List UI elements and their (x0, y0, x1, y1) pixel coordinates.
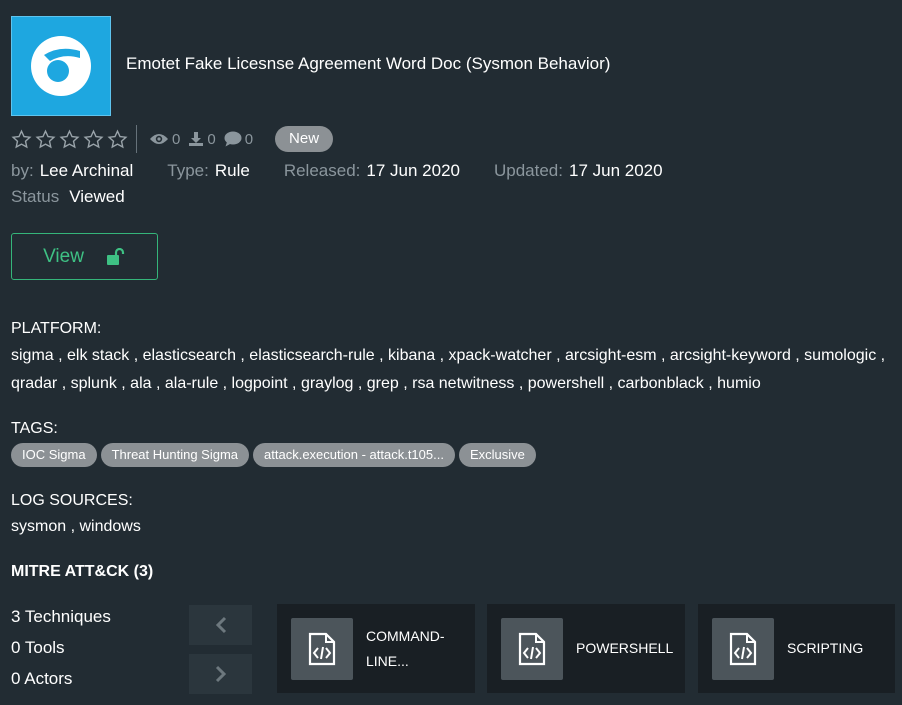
card-icon-box (712, 617, 774, 680)
sigma-logo-icon (31, 36, 91, 96)
downloads-count: 0 (207, 130, 216, 148)
tag[interactable]: attack.execution - attack.t105... (253, 443, 455, 467)
tag[interactable]: Threat Hunting Sigma (100, 443, 250, 467)
star-icon[interactable] (83, 129, 104, 150)
type-value: Rule (214, 161, 250, 180)
log-sources-list: sysmon , windows (11, 518, 141, 535)
carousel-next-button[interactable] (189, 654, 252, 694)
eye-icon (150, 134, 168, 144)
chevron-left-icon (215, 616, 226, 634)
platform-line: sigma , elk stack , elasticsearch , elas… (11, 347, 886, 364)
tag[interactable]: Exclusive (458, 443, 536, 467)
log-sources-heading: LOG SOURCES: (11, 492, 133, 509)
techniques-count[interactable]: 3 Techniques (11, 607, 111, 627)
views-stat: 0 (149, 131, 180, 148)
card-icon-box (291, 617, 353, 680)
tools-count[interactable]: 0 Tools (11, 638, 65, 658)
comments-count: 0 (244, 130, 254, 148)
rule-logo (11, 16, 111, 116)
unlock-icon (106, 247, 125, 265)
tag[interactable]: IOC Sigma (11, 443, 97, 467)
card-label-line: COMMAND- (366, 627, 445, 644)
carousel-prev-button[interactable] (189, 605, 252, 645)
status-value: Viewed (69, 187, 125, 206)
status-label: Status (11, 187, 60, 206)
rating-row: 0 0 0 New (11, 125, 334, 153)
view-button[interactable]: View (11, 233, 158, 280)
view-button-label: View (43, 245, 84, 267)
card-label-line: SCRIPTING (787, 640, 864, 656)
code-file-icon (729, 632, 757, 665)
technique-card[interactable]: POWERSHELL (487, 604, 685, 693)
status-row: Status Viewed (11, 187, 125, 207)
mitre-heading: MITRE ATT&CK (3) (11, 563, 154, 580)
status-badge: New (275, 126, 334, 152)
card-icon-box (501, 617, 563, 680)
platform-list: sigma , elk stack , elasticsearch , elas… (11, 342, 885, 398)
actors-count[interactable]: 0 Actors (11, 669, 72, 689)
meta-row: by: Lee Archinal Type: Rule Released: 17… (11, 161, 663, 181)
type-label: Type: (167, 161, 209, 180)
technique-card[interactable]: SCRIPTING (698, 604, 895, 693)
tag-list: IOC Sigma Threat Hunting Sigma attack.ex… (11, 443, 536, 467)
star-icon[interactable] (107, 129, 128, 150)
updated-label: Updated: (493, 161, 563, 180)
card-label-line: LINE... (366, 652, 409, 669)
star-icon[interactable] (11, 129, 32, 150)
comment-icon (224, 131, 242, 147)
card-label: COMMAND- LINE... (366, 624, 445, 674)
comments-stat: 0 (224, 131, 253, 148)
released-label: Released: (283, 161, 361, 180)
chevron-right-icon (215, 665, 226, 683)
divider (136, 125, 137, 153)
updated-value: 17 Jun 2020 (568, 161, 663, 180)
code-file-icon (518, 632, 546, 665)
star-icon[interactable] (59, 129, 80, 150)
platform-heading: PLATFORM: (11, 320, 102, 337)
card-label: SCRIPTING (787, 636, 863, 661)
tags-heading: TAGS: (11, 420, 58, 437)
platform-line: qradar , splunk , ala , ala-rule , logpo… (11, 375, 761, 392)
card-label: POWERSHELL (576, 636, 673, 661)
author-label: by: (11, 161, 34, 180)
downloads-stat: 0 (188, 130, 216, 148)
download-icon (189, 132, 204, 146)
author-value[interactable]: Lee Archinal (40, 161, 134, 181)
card-label-line: POWERSHELL (576, 640, 674, 656)
technique-card[interactable]: COMMAND- LINE... (277, 604, 475, 693)
star-rating[interactable] (11, 129, 128, 150)
code-file-icon (308, 632, 336, 665)
page-title: Emotet Fake Licesnse Agreement Word Doc … (126, 54, 611, 73)
released-value: 17 Jun 2020 (366, 161, 460, 180)
views-count: 0 (172, 130, 181, 148)
star-icon[interactable] (35, 129, 56, 150)
